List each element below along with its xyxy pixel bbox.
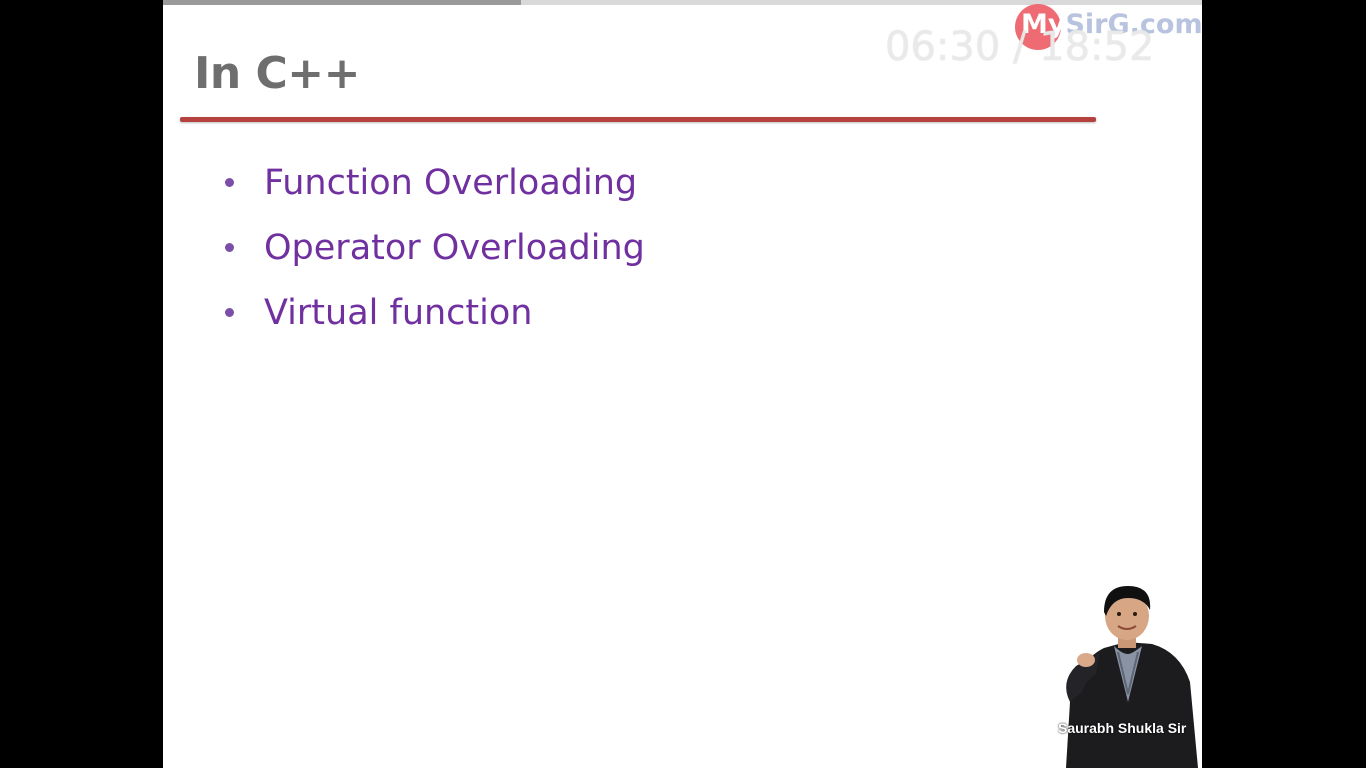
progress-fill bbox=[163, 0, 522, 5]
bullet-list: Function Overloading Operator Overloadin… bbox=[225, 150, 645, 345]
slide-title: In C++ bbox=[194, 48, 361, 99]
slide-frame: In C++ Function Overloading Operator Ove… bbox=[163, 0, 1202, 768]
bullet-icon bbox=[225, 178, 234, 187]
bullet-text: Virtual function bbox=[264, 292, 533, 333]
title-divider bbox=[180, 117, 1096, 122]
bullet-icon bbox=[225, 243, 234, 252]
bullet-text: Operator Overloading bbox=[264, 227, 645, 268]
bullet-icon bbox=[225, 308, 234, 317]
presenter-image bbox=[1066, 586, 1198, 768]
presenter-name-label: Saurabh Shukla Sir bbox=[1058, 720, 1187, 736]
list-item: Operator Overloading bbox=[225, 215, 645, 280]
time-display: 06:30 / 18:52 bbox=[885, 24, 1155, 70]
list-item: Function Overloading bbox=[225, 150, 645, 215]
bullet-text: Function Overloading bbox=[264, 162, 638, 203]
list-item: Virtual function bbox=[225, 280, 645, 345]
video-player[interactable]: In C++ Function Overloading Operator Ove… bbox=[0, 0, 1366, 768]
